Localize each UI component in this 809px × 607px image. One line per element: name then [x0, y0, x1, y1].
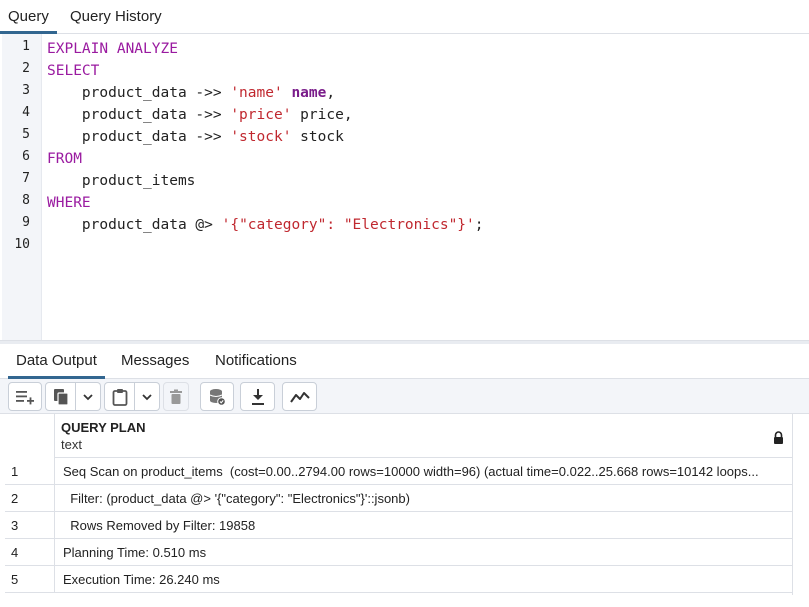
query-plan-cell[interactable]: Rows Removed by Filter: 19858 [55, 512, 792, 539]
query-plan-cell[interactable]: Seq Scan on product_items (cost=0.00..27… [55, 458, 792, 485]
save-data-icon [208, 388, 226, 406]
delete-button[interactable] [163, 382, 189, 411]
code-line: product_items [47, 173, 196, 189]
table-row[interactable]: 3 Rows Removed by Filter: 19858 [5, 512, 792, 539]
row-number[interactable]: 1 [5, 458, 55, 485]
code-line: product_data ->> 'name' name, [47, 82, 335, 104]
row-number[interactable]: 3 [5, 512, 55, 539]
table-row[interactable]: 4 Planning Time: 0.510 ms [5, 539, 792, 566]
copy-button[interactable] [45, 382, 76, 411]
keyword: WHERE [47, 195, 91, 211]
code-text: stock [291, 129, 344, 145]
paste-icon [112, 388, 128, 406]
tab-query-history[interactable]: Query History [62, 0, 170, 34]
result-tab-bar: Data Output Messages Notifications [0, 344, 809, 379]
query-plan-cell[interactable]: Filter: (product_data @> '{"category": "… [55, 485, 792, 512]
add-row-icon [15, 389, 35, 405]
column-type: text [61, 437, 82, 452]
column-name: QUERY PLAN [61, 420, 146, 435]
row-number-header[interactable] [5, 414, 55, 458]
line-number: 4 [22, 105, 30, 120]
code-line: EXPLAIN ANALYZE [47, 38, 178, 60]
tab-query[interactable]: Query [0, 0, 57, 34]
code-line: product_data ->> 'price' price, [47, 104, 353, 126]
download-icon [250, 388, 266, 406]
code-line: FROM [47, 148, 82, 170]
keyword: SELECT [47, 63, 100, 79]
paste-options-dropdown[interactable] [135, 382, 160, 411]
query-plan-cell[interactable]: Execution Time: 26.240 ms [55, 566, 792, 593]
add-row-button[interactable] [8, 382, 42, 411]
line-number: 10 [14, 237, 30, 252]
line-number: 3 [22, 83, 30, 98]
line-number: 2 [22, 61, 30, 76]
code-text: ; [474, 217, 484, 233]
code-text: product_data @> [47, 217, 222, 233]
copy-icon [53, 388, 69, 406]
query-plan-cell[interactable]: Planning Time: 0.510 ms [55, 539, 792, 566]
row-number[interactable]: 5 [5, 566, 55, 593]
keyword: FROM [47, 151, 82, 167]
code-line: WHERE [47, 192, 91, 214]
code-text: product_data ->> [47, 107, 231, 123]
string-literal: 'name' [230, 85, 283, 101]
table-row[interactable]: 2 Filter: (product_data @> '{"category":… [5, 485, 792, 512]
table-row[interactable]: 5 Execution Time: 26.240 ms [5, 566, 792, 593]
string-literal: '{"category": "Electronics"}' [221, 217, 475, 233]
string-literal: 'price' [230, 107, 292, 123]
line-number-gutter: 1 2 3 4 5 6 7 8 9 10 [2, 34, 42, 340]
tab-data-output[interactable]: Data Output [8, 344, 105, 379]
code-text: product_data ->> [47, 85, 231, 101]
string-literal: 'stock' [230, 129, 292, 145]
lock-icon [773, 431, 784, 449]
row-number[interactable]: 2 [5, 485, 55, 512]
row-number[interactable]: 4 [5, 539, 55, 566]
line-number: 1 [22, 39, 30, 54]
query-tab-bar: Query Query History [0, 0, 809, 34]
chevron-down-icon [142, 393, 152, 401]
code-line: product_data @> '{"category": "Electroni… [47, 214, 484, 236]
tab-notifications[interactable]: Notifications [207, 344, 305, 379]
grid-header: QUERY PLAN text [5, 414, 792, 458]
chevron-down-icon [83, 393, 93, 401]
code-line: SELECT [47, 60, 99, 82]
save-data-button[interactable] [200, 382, 234, 411]
line-number: 5 [22, 127, 30, 142]
code-text: product_data ->> [47, 129, 231, 145]
keyword: EXPLAIN ANALYZE [47, 41, 178, 57]
line-number: 6 [22, 149, 30, 164]
data-output-toolbar [0, 379, 809, 414]
delete-icon [169, 389, 183, 405]
alias-identifier: name [291, 85, 327, 101]
paste-button[interactable] [104, 382, 135, 411]
tab-messages[interactable]: Messages [113, 344, 197, 379]
code-text: price, [291, 107, 353, 123]
copy-options-dropdown[interactable] [76, 382, 101, 411]
line-number: 9 [22, 215, 30, 230]
line-number: 7 [22, 171, 30, 186]
column-header-query-plan[interactable]: QUERY PLAN text [55, 414, 792, 458]
sql-editor[interactable]: 1 2 3 4 5 6 7 8 9 10 EXPLAIN ANALYZE SEL… [2, 34, 809, 340]
code-text: , [326, 85, 336, 101]
download-button[interactable] [240, 382, 275, 411]
code-line: product_data ->> 'stock' stock [47, 126, 344, 148]
graph-icon [289, 390, 310, 404]
table-row[interactable]: 1 Seq Scan on product_items (cost=0.00..… [5, 458, 792, 485]
graph-visualiser-button[interactable] [282, 382, 317, 411]
line-number: 8 [22, 193, 30, 208]
